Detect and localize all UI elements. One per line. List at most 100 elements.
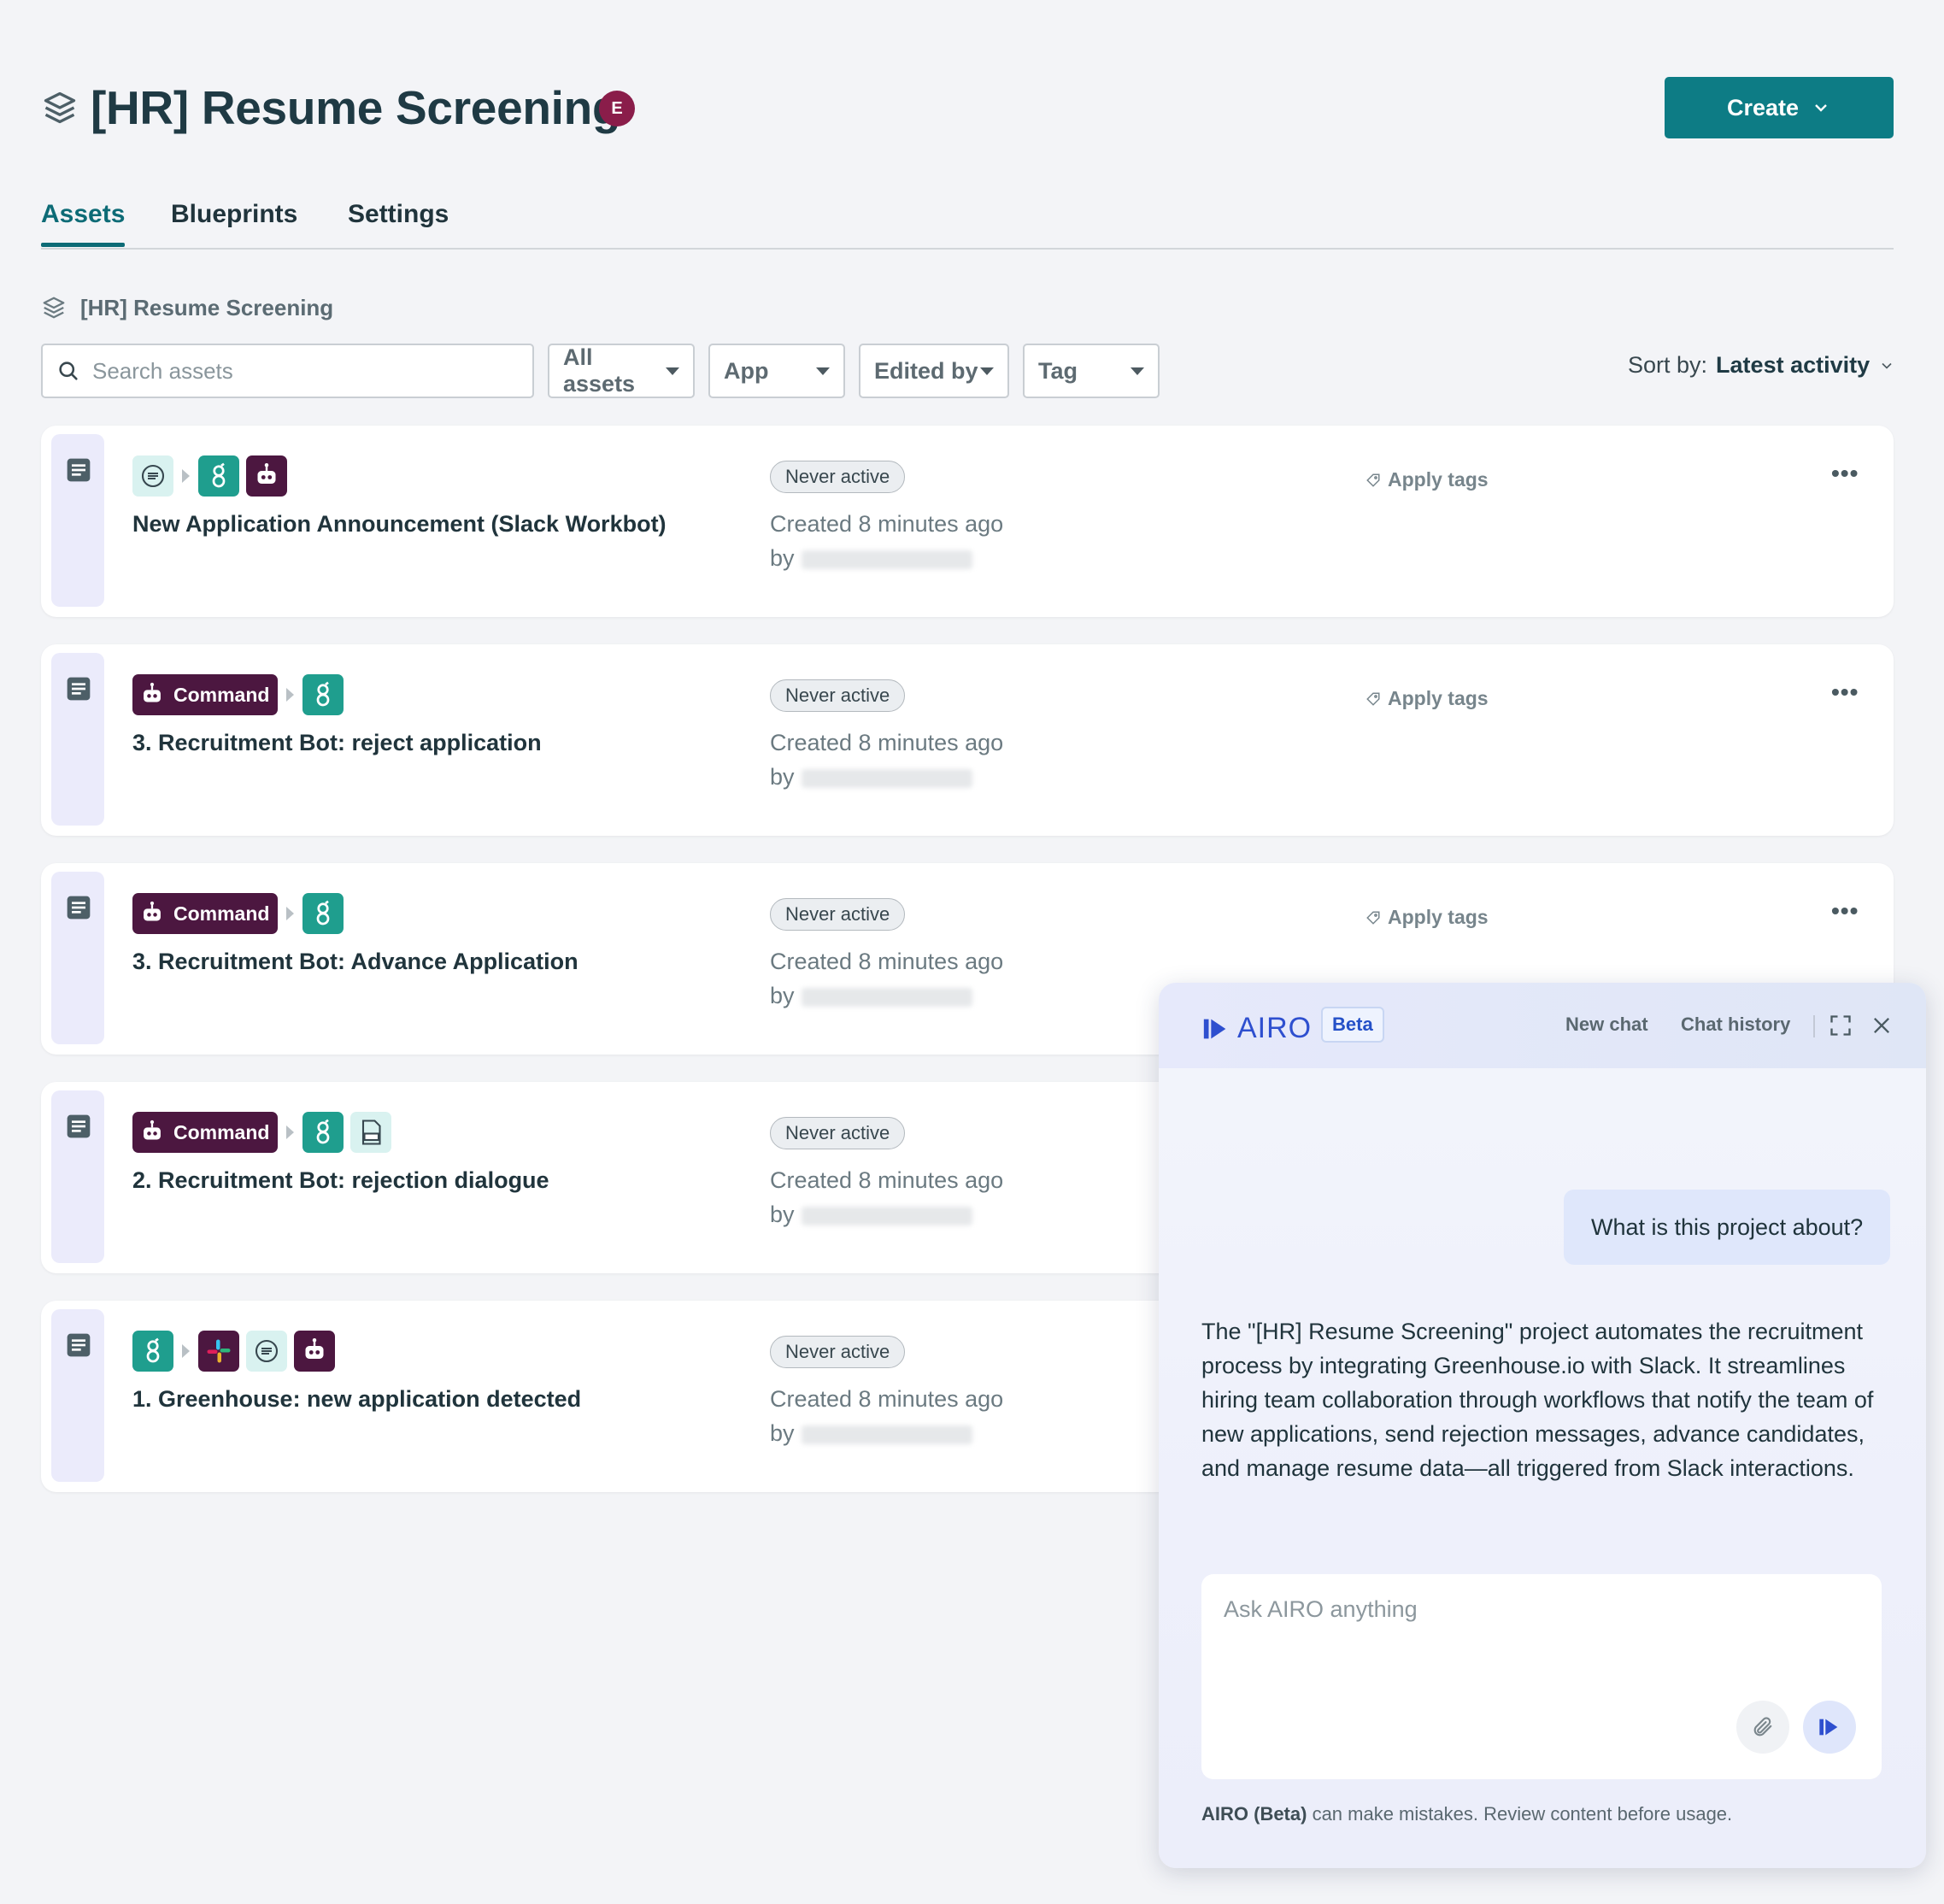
tab-settings[interactable]: Settings (348, 200, 449, 229)
airo-name: AIRO (1237, 1012, 1313, 1044)
paperclip-icon (1753, 1717, 1772, 1737)
create-button-label: Create (1726, 94, 1800, 120)
created-info: Created 8 minutes ago by (770, 1382, 1003, 1450)
apply-tags-label: Apply tags (1388, 906, 1489, 928)
filter-app[interactable]: App (708, 344, 845, 398)
send-button[interactable] (1803, 1701, 1856, 1754)
author-name-redacted (801, 768, 972, 788)
search-box[interactable] (41, 344, 534, 398)
divider (1813, 1015, 1815, 1037)
filter-all-assets[interactable]: All assets (548, 344, 695, 398)
asset-title[interactable]: 2. Recruitment Bot: rejection dialogue (132, 1167, 549, 1194)
disclaimer-text: can make mistakes. Review content before… (1307, 1803, 1733, 1825)
chat-history-button[interactable]: Chat history (1681, 1014, 1790, 1036)
attach-button[interactable] (1736, 1701, 1789, 1754)
asset-title[interactable]: New Application Announcement (Slack Work… (132, 511, 667, 538)
send-icon (1819, 1719, 1838, 1736)
greenhouse-app-icon (198, 455, 239, 497)
search-input[interactable] (92, 357, 502, 385)
expand-icon[interactable] (1829, 1014, 1853, 1037)
recipe-doc-icon (67, 896, 91, 920)
project-stack-icon (43, 297, 65, 319)
created-info: Created 8 minutes ago by (770, 507, 1003, 575)
more-options-icon[interactable]: ••• (1831, 679, 1859, 706)
greenhouse-app-icon (302, 1112, 344, 1153)
status-badge: Never active (770, 1117, 906, 1149)
recipe-doc-icon (67, 677, 91, 701)
parser-app-icon (246, 1331, 287, 1372)
user-message: What is this project about? (1564, 1190, 1891, 1265)
asset-card[interactable]: Command 3. Recruitment Bot: reject appli… (41, 644, 1894, 836)
page-header: [HR] Resume Screening E (41, 79, 1893, 140)
app-chain (132, 455, 287, 497)
workbot-app-icon (246, 455, 287, 497)
created-info: Created 8 minutes ago by (770, 726, 1003, 794)
asset-title[interactable]: 3. Recruitment Bot: Advance Application (132, 949, 579, 975)
asset-title[interactable]: 1. Greenhouse: new application detected (132, 1386, 581, 1413)
breadcrumb-label[interactable]: [HR] Resume Screening (80, 295, 333, 321)
sort-value: Latest activity (1716, 352, 1871, 378)
arrow-right-icon (286, 1125, 295, 1139)
chat-input-box[interactable] (1201, 1574, 1882, 1779)
recipe-doc-icon (67, 1333, 91, 1357)
tab-bar: Assets Blueprints Settings (41, 197, 1894, 250)
more-options-icon[interactable]: ••• (1831, 460, 1859, 487)
app-chain: Command (132, 673, 344, 716)
apply-tags-label: Apply tags (1388, 468, 1489, 491)
status-badge: Never active (770, 679, 906, 712)
greenhouse-app-icon (302, 893, 344, 934)
asset-card[interactable]: New Application Announcement (Slack Work… (41, 426, 1894, 617)
more-options-icon[interactable]: ••• (1831, 897, 1859, 925)
created-info: Created 8 minutes ago by (770, 944, 1003, 1013)
sort-dropdown[interactable]: Sort by: Latest activity (1628, 352, 1895, 379)
filter-tag[interactable]: Tag (1023, 344, 1160, 398)
arrow-right-icon (286, 688, 295, 702)
created-by: by (770, 545, 795, 571)
chevron-down-icon (1882, 362, 1892, 369)
project-stack-icon (41, 89, 79, 126)
airo-header: AIRO Beta New chat Chat history (1159, 983, 1926, 1068)
apply-tags-button[interactable]: Apply tags (1365, 468, 1489, 491)
tab-blueprints[interactable]: Blueprints (171, 200, 297, 229)
asset-title[interactable]: 3. Recruitment Bot: reject application (132, 730, 542, 756)
chat-input[interactable] (1224, 1596, 1856, 1682)
created-time: Created 8 minutes ago (770, 511, 1004, 537)
create-button[interactable]: Create (1665, 77, 1894, 138)
apply-tags-button[interactable]: Apply tags (1365, 906, 1489, 929)
close-icon[interactable] (1870, 1014, 1894, 1037)
tag-icon (1366, 473, 1380, 487)
filter-edited-by[interactable]: Edited by (859, 344, 1009, 398)
disclaimer-bold: AIRO (Beta) (1201, 1803, 1307, 1825)
caret-down-icon (1131, 367, 1144, 375)
created-time: Created 8 minutes ago (770, 949, 1004, 974)
caret-down-icon (666, 367, 679, 375)
command-label: Command (173, 683, 270, 706)
workbot-icon (144, 682, 161, 702)
tab-assets[interactable]: Assets (41, 200, 126, 247)
created-by: by (770, 983, 795, 1008)
new-chat-button[interactable]: New chat (1565, 1014, 1648, 1036)
owner-avatar[interactable]: E (599, 91, 635, 126)
workbot-app-icon (294, 1331, 335, 1372)
tag-icon (1366, 911, 1380, 925)
filter-label: All assets (563, 344, 636, 397)
workbot-command-trigger: Command (132, 674, 279, 715)
workbot-icon (144, 1119, 161, 1140)
parser-app-icon (132, 455, 173, 497)
apply-tags-label: Apply tags (1388, 687, 1489, 709)
airo-logo: AIRO (1201, 1012, 1312, 1045)
created-by: by (770, 1202, 795, 1227)
recipe-doc-icon (67, 1114, 91, 1138)
filter-label: App (724, 357, 769, 384)
app-chain: Command (132, 892, 344, 935)
status-badge: Never active (770, 461, 906, 493)
created-info: Created 8 minutes ago by (770, 1163, 1003, 1231)
page-title: [HR] Resume Screening (91, 81, 621, 134)
app-chain (132, 1330, 335, 1372)
author-name-redacted (801, 1206, 972, 1225)
status-badge: Never active (770, 898, 906, 931)
greenhouse-app-icon (132, 1331, 173, 1372)
apply-tags-button[interactable]: Apply tags (1365, 687, 1489, 710)
created-by: by (770, 764, 795, 790)
recipe-doc-icon (67, 458, 91, 482)
